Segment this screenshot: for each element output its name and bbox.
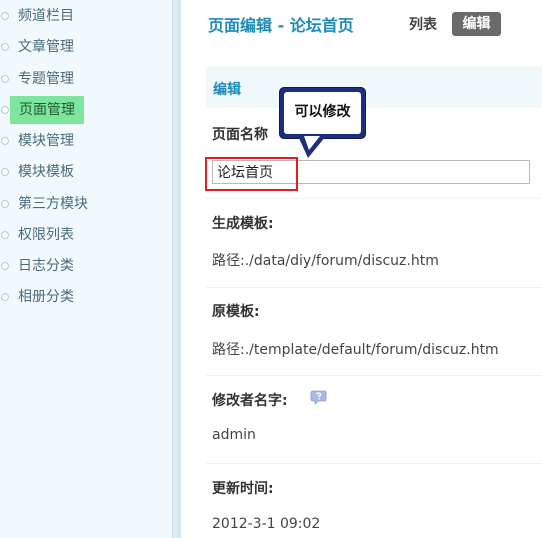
sidebar-item-channel[interactable]: 频道栏目 <box>0 4 172 28</box>
bullet-icon <box>1 231 9 239</box>
sidebar-item-label: 频道栏目 <box>18 8 74 24</box>
bullet-icon <box>1 262 9 270</box>
sidebar-item-label: 模块模板 <box>18 164 74 180</box>
sidebar-item-permissions[interactable]: 权限列表 <box>0 223 172 247</box>
divider <box>206 198 542 199</box>
sidebar-item-label: 模块管理 <box>18 133 74 149</box>
callout-text: 可以修改 <box>284 92 361 134</box>
page-name-input[interactable] <box>212 160 530 184</box>
bullet-icon <box>1 137 9 145</box>
help-bubble-icon[interactable] <box>310 390 327 405</box>
section-header: 编辑 <box>206 67 542 108</box>
sidebar-item-module-templates[interactable]: 模块模板 <box>0 160 172 184</box>
sidebar-item-third-party-modules[interactable]: 第三方模块 <box>0 192 172 216</box>
bullet-icon <box>1 293 9 301</box>
sidebar-divider <box>172 0 181 538</box>
sidebar-item-label: 第三方模块 <box>18 196 88 212</box>
callout-pointer-icon <box>298 136 326 158</box>
divider <box>206 287 542 288</box>
bullet-icon <box>1 12 9 20</box>
divider <box>206 375 542 376</box>
sidebar-item-album-categories[interactable]: 相册分类 <box>0 285 172 309</box>
sidebar-item-label: 权限列表 <box>18 227 74 243</box>
sidebar-item-label: 页面管理 <box>10 96 84 124</box>
bullet-icon <box>1 43 9 51</box>
sidebar-item-label: 文章管理 <box>18 39 74 55</box>
sidebar-item-label: 专题管理 <box>18 71 74 87</box>
bullet-icon <box>1 200 9 208</box>
modifier-label: 修改者名字: <box>212 393 288 409</box>
divider <box>206 463 542 464</box>
bullet-icon <box>1 75 9 83</box>
section-title: 编辑 <box>213 82 241 98</box>
bullet-icon <box>1 106 9 114</box>
page-name-label: 页面名称 <box>212 127 268 143</box>
bullet-icon <box>1 168 9 176</box>
modifier-value: admin <box>212 427 256 443</box>
sidebar-item-log-categories[interactable]: 日志分类 <box>0 254 172 278</box>
generated-template-label: 生成模板: <box>212 216 274 232</box>
sidebar-item-pages[interactable]: 页面管理 <box>0 96 172 124</box>
generated-template-path: 路径:./data/diy/forum/discuz.htm <box>212 253 439 269</box>
updated-time-value: 2012-3-1 09:02 <box>212 516 321 532</box>
sidebar-item-label: 相册分类 <box>18 289 74 305</box>
page-title: 页面编辑 - 论坛首页 <box>208 16 354 35</box>
original-template-path: 路径:./template/default/forum/discuz.htm <box>212 342 499 358</box>
updated-time-label: 更新时间: <box>212 481 274 497</box>
sidebar-item-modules[interactable]: 模块管理 <box>0 129 172 153</box>
tab-edit[interactable]: 编辑 <box>452 12 501 36</box>
sidebar: 频道栏目 文章管理 专题管理 页面管理 模块管理 模块模板 第三方模块 权限列表… <box>0 0 172 538</box>
original-template-label: 原模板: <box>212 304 260 320</box>
callout: 可以修改 <box>279 87 366 139</box>
sidebar-item-label: 日志分类 <box>18 258 74 274</box>
tab-list[interactable]: 列表 <box>409 14 437 34</box>
sidebar-item-articles[interactable]: 文章管理 <box>0 35 172 59</box>
sidebar-item-topics[interactable]: 专题管理 <box>0 67 172 91</box>
